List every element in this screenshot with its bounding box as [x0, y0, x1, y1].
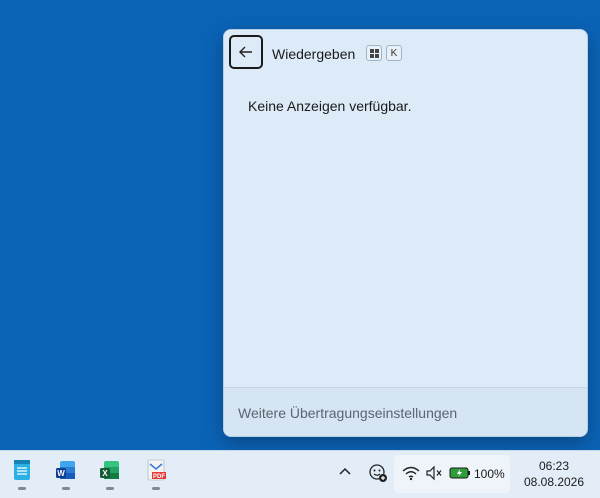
k-key-badge: K: [386, 45, 402, 61]
svg-text:PDF: PDF: [153, 474, 165, 480]
battery-charging-icon: [449, 467, 470, 479]
empty-message: Keine Anzeigen verfügbar.: [248, 98, 412, 114]
word-icon: W: [56, 461, 75, 479]
wifi-icon: [402, 466, 420, 481]
clock[interactable]: 06:23 08.08.2026: [514, 458, 594, 490]
flyout-footer: Weitere Übertragungseinstellungen: [224, 387, 587, 436]
taskbar-app-excel[interactable]: X: [94, 457, 126, 491]
chevron-up-icon[interactable]: [337, 464, 353, 480]
notepad-icon: [14, 460, 30, 480]
taskbar-app-pdf[interactable]: PDF: [140, 457, 172, 491]
svg-text:X: X: [102, 469, 108, 478]
excel-icon: X: [100, 461, 119, 479]
emoji-add-icon[interactable]: [368, 463, 388, 483]
quick-settings-button[interactable]: 100%: [394, 455, 510, 493]
battery-percent: 100%: [474, 467, 505, 481]
volume-muted-icon: [426, 465, 442, 481]
taskbar-app-word[interactable]: W: [50, 457, 82, 491]
taskbar-app-notepad[interactable]: [6, 457, 38, 491]
cast-flyout: Wiedergeben K Keine Anzeigen verfügbar. …: [223, 29, 588, 437]
svg-text:W: W: [57, 469, 65, 478]
flyout-title: Wiedergeben: [272, 46, 356, 62]
back-button[interactable]: [229, 35, 263, 69]
clock-date: 08.08.2026: [523, 475, 585, 489]
pdf-icon: PDF: [147, 459, 166, 481]
taskbar: W X PDF 100% 06:23 08.08.2026: [0, 450, 600, 498]
flyout-header: Wiedergeben K: [224, 30, 587, 78]
more-cast-settings-link[interactable]: Weitere Übertragungseinstellungen: [238, 405, 457, 421]
arrow-left-icon: [239, 46, 252, 58]
clock-time: 06:23: [538, 459, 570, 473]
windows-key-icon: [366, 45, 382, 61]
